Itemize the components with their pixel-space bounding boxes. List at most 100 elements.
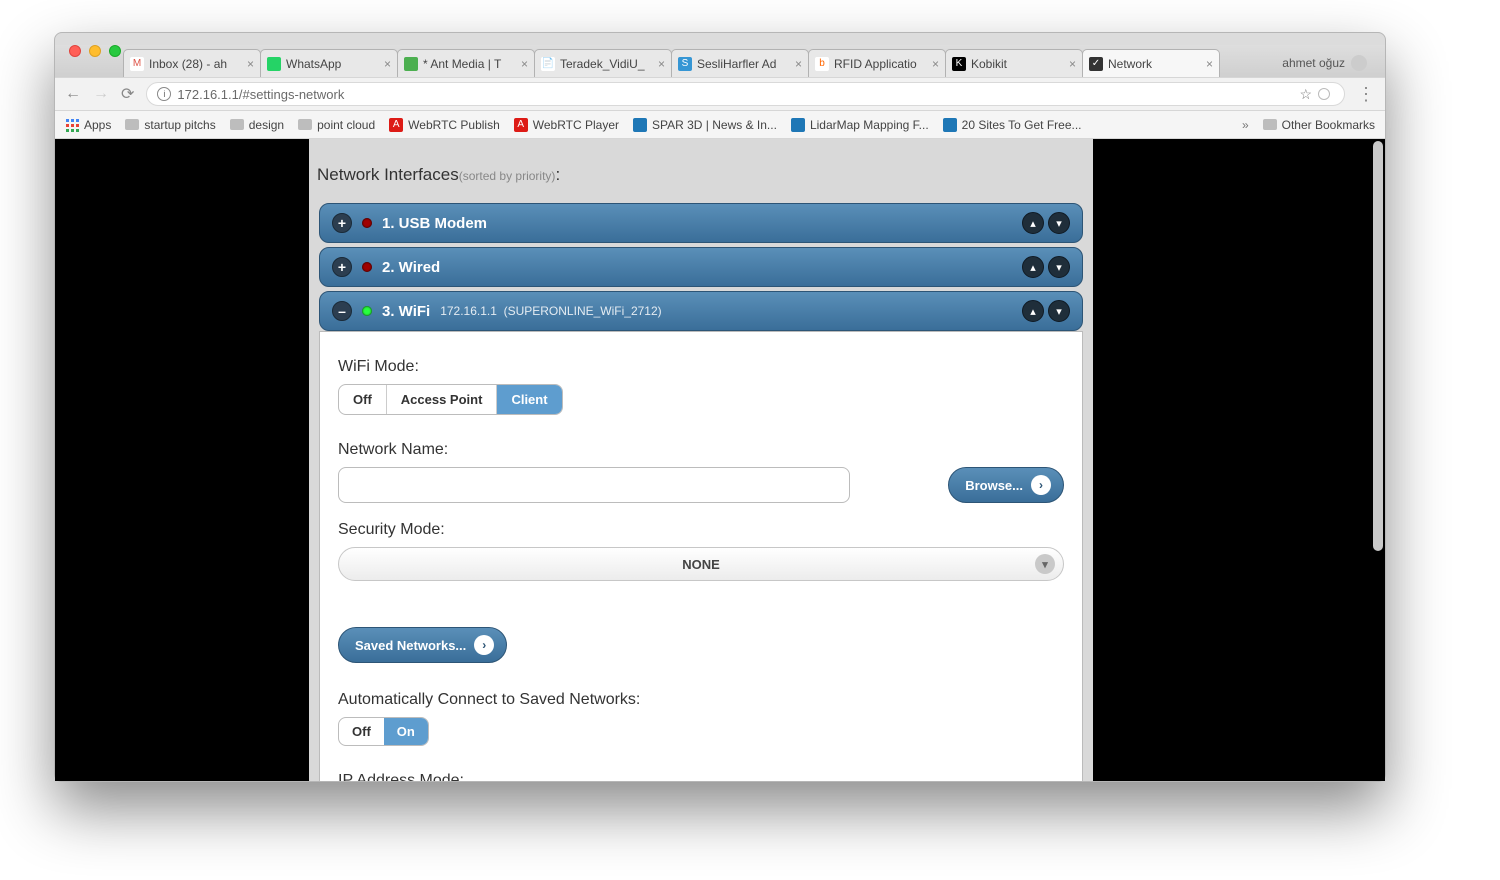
forward-icon[interactable]: →: [93, 85, 109, 103]
scrollbar[interactable]: [1373, 141, 1383, 551]
wifi-mode-segmented: OffAccess PointClient: [338, 384, 563, 415]
bookmark-link[interactable]: AWebRTC Player: [514, 118, 619, 132]
segment-option[interactable]: Off: [339, 718, 384, 745]
interface-detail: 172.16.1.1 (SUPERONLINE_WiFi_2712): [440, 304, 661, 318]
site-icon: [791, 118, 805, 132]
browser-tab[interactable]: bRFID Applicatio×: [808, 49, 946, 77]
network-name-input[interactable]: [338, 467, 850, 503]
folder-icon: [230, 119, 244, 130]
favicon-icon: S: [678, 57, 692, 71]
tab-title: Kobikit: [971, 57, 1065, 71]
expand-icon[interactable]: +: [332, 257, 352, 277]
other-bookmarks[interactable]: Other Bookmarks: [1263, 118, 1375, 132]
segment-option[interactable]: Access Point: [387, 385, 498, 414]
minimize-window-icon[interactable]: [89, 45, 101, 57]
folder-icon: [298, 119, 312, 130]
segment-option[interactable]: On: [384, 718, 428, 745]
browser-tab[interactable]: K Kobikit×: [945, 49, 1083, 77]
segment-option[interactable]: Off: [339, 385, 387, 414]
wifi-mode-label: WiFi Mode:: [338, 358, 1064, 376]
page-viewport: Network Interfaces(sorted by priority): …: [55, 139, 1385, 781]
browser-tab[interactable]: ✓Network×: [1082, 49, 1220, 77]
browser-tab[interactable]: 📄 Teradek_VidiU_×: [534, 49, 672, 77]
browser-tab[interactable]: * Ant Media | T×: [397, 49, 535, 77]
window-controls: [69, 45, 121, 57]
expand-icon[interactable]: +: [332, 213, 352, 233]
bookmark-link[interactable]: AWebRTC Publish: [389, 118, 500, 132]
status-led-icon: [362, 306, 372, 316]
interface-header[interactable]: – 3. WiFi 172.16.1.1 (SUPERONLINE_WiFi_2…: [319, 291, 1083, 331]
bookmark-star-icon[interactable]: ☆: [1299, 86, 1312, 103]
folder-icon: [125, 119, 139, 130]
fullscreen-window-icon[interactable]: [109, 45, 121, 57]
move-up-icon[interactable]: ▴: [1022, 256, 1044, 278]
close-tab-icon[interactable]: ×: [928, 57, 939, 71]
interface-header[interactable]: + 1. USB Modem ▴ ▾: [319, 203, 1083, 243]
bookmark-folder[interactable]: startup pitchs: [125, 118, 215, 132]
bookmark-link[interactable]: SPAR 3D | News & In...: [633, 118, 777, 132]
close-window-icon[interactable]: [69, 45, 81, 57]
network-name-label: Network Name:: [338, 441, 1064, 459]
chevron-right-icon: ›: [474, 635, 494, 655]
site-info-icon[interactable]: i: [157, 87, 171, 101]
chevron-right-icon: ›: [1031, 475, 1051, 495]
status-led-icon: [362, 262, 372, 272]
avatar-icon: [1351, 55, 1367, 71]
move-up-icon[interactable]: ▴: [1022, 300, 1044, 322]
bookmark-folder[interactable]: point cloud: [298, 118, 375, 132]
favicon-icon: [404, 57, 418, 71]
kebab-menu-icon[interactable]: ⋮: [1357, 84, 1375, 105]
close-tab-icon[interactable]: ×: [791, 57, 802, 71]
site-icon: A: [514, 118, 528, 132]
browser-tab[interactable]: WhatsApp×: [260, 49, 398, 77]
wifi-panel: WiFi Mode: OffAccess PointClient Network…: [319, 331, 1083, 781]
settings-page: Network Interfaces(sorted by priority): …: [309, 139, 1093, 781]
collapse-icon[interactable]: –: [332, 301, 352, 321]
profile-chip[interactable]: ahmet oğuz: [1282, 49, 1367, 77]
browser-tab[interactable]: M Inbox (28) - ah×: [123, 49, 261, 77]
move-down-icon[interactable]: ▾: [1048, 300, 1070, 322]
status-led-icon: [362, 218, 372, 228]
bookmark-link[interactable]: LidarMap Mapping F...: [791, 118, 929, 132]
tab-title: Network: [1108, 57, 1202, 71]
site-icon: [633, 118, 647, 132]
security-mode-label: Security Mode:: [338, 521, 1064, 539]
favicon-icon: M: [130, 57, 144, 71]
bookmark-link[interactable]: 20 Sites To Get Free...: [943, 118, 1082, 132]
apps-shortcut[interactable]: Apps: [65, 118, 111, 132]
tab-title: Teradek_VidiU_: [560, 57, 654, 71]
bookmarks-bar: Apps startup pitchs design point cloud A…: [55, 111, 1385, 139]
close-tab-icon[interactable]: ×: [243, 57, 254, 71]
interface-label: 3. WiFi: [382, 303, 430, 320]
segment-option[interactable]: Client: [497, 385, 561, 414]
back-icon[interactable]: ←: [65, 85, 81, 103]
browse-networks-button[interactable]: Browse... ›: [948, 467, 1064, 503]
move-up-icon[interactable]: ▴: [1022, 212, 1044, 234]
interface-label: 2. Wired: [382, 259, 440, 276]
chevron-down-icon: ▾: [1035, 554, 1055, 574]
close-tab-icon[interactable]: ×: [654, 57, 665, 71]
close-tab-icon[interactable]: ×: [1202, 57, 1213, 71]
browser-tab[interactable]: S SesliHarfler Ad×: [671, 49, 809, 77]
favicon-icon: [267, 57, 281, 71]
tab-title: * Ant Media | T: [423, 57, 517, 71]
reload-icon[interactable]: ⟳: [121, 84, 134, 104]
tab-title: SesliHarfler Ad: [697, 57, 791, 71]
saved-networks-button[interactable]: Saved Networks... ›: [338, 627, 507, 663]
overflow-chevron-icon[interactable]: »: [1242, 118, 1249, 132]
favicon-icon: 📄: [541, 57, 555, 71]
close-tab-icon[interactable]: ×: [380, 57, 391, 71]
interface-header[interactable]: + 2. Wired ▴ ▾: [319, 247, 1083, 287]
close-tab-icon[interactable]: ×: [1065, 57, 1076, 71]
bookmark-folder[interactable]: design: [230, 118, 284, 132]
favicon-icon: K: [952, 57, 966, 71]
move-down-icon[interactable]: ▾: [1048, 212, 1070, 234]
site-indicator-icon: [1318, 88, 1330, 100]
move-down-icon[interactable]: ▾: [1048, 256, 1070, 278]
ip-mode-label: IP Address Mode:: [338, 772, 1064, 781]
close-tab-icon[interactable]: ×: [517, 57, 528, 71]
tab-title: Inbox (28) - ah: [149, 57, 243, 71]
url-input[interactable]: i 172.16.1.1/#settings-network ☆: [146, 82, 1345, 106]
security-mode-select[interactable]: NONE ▾: [338, 547, 1064, 581]
tab-title: WhatsApp: [286, 57, 380, 71]
